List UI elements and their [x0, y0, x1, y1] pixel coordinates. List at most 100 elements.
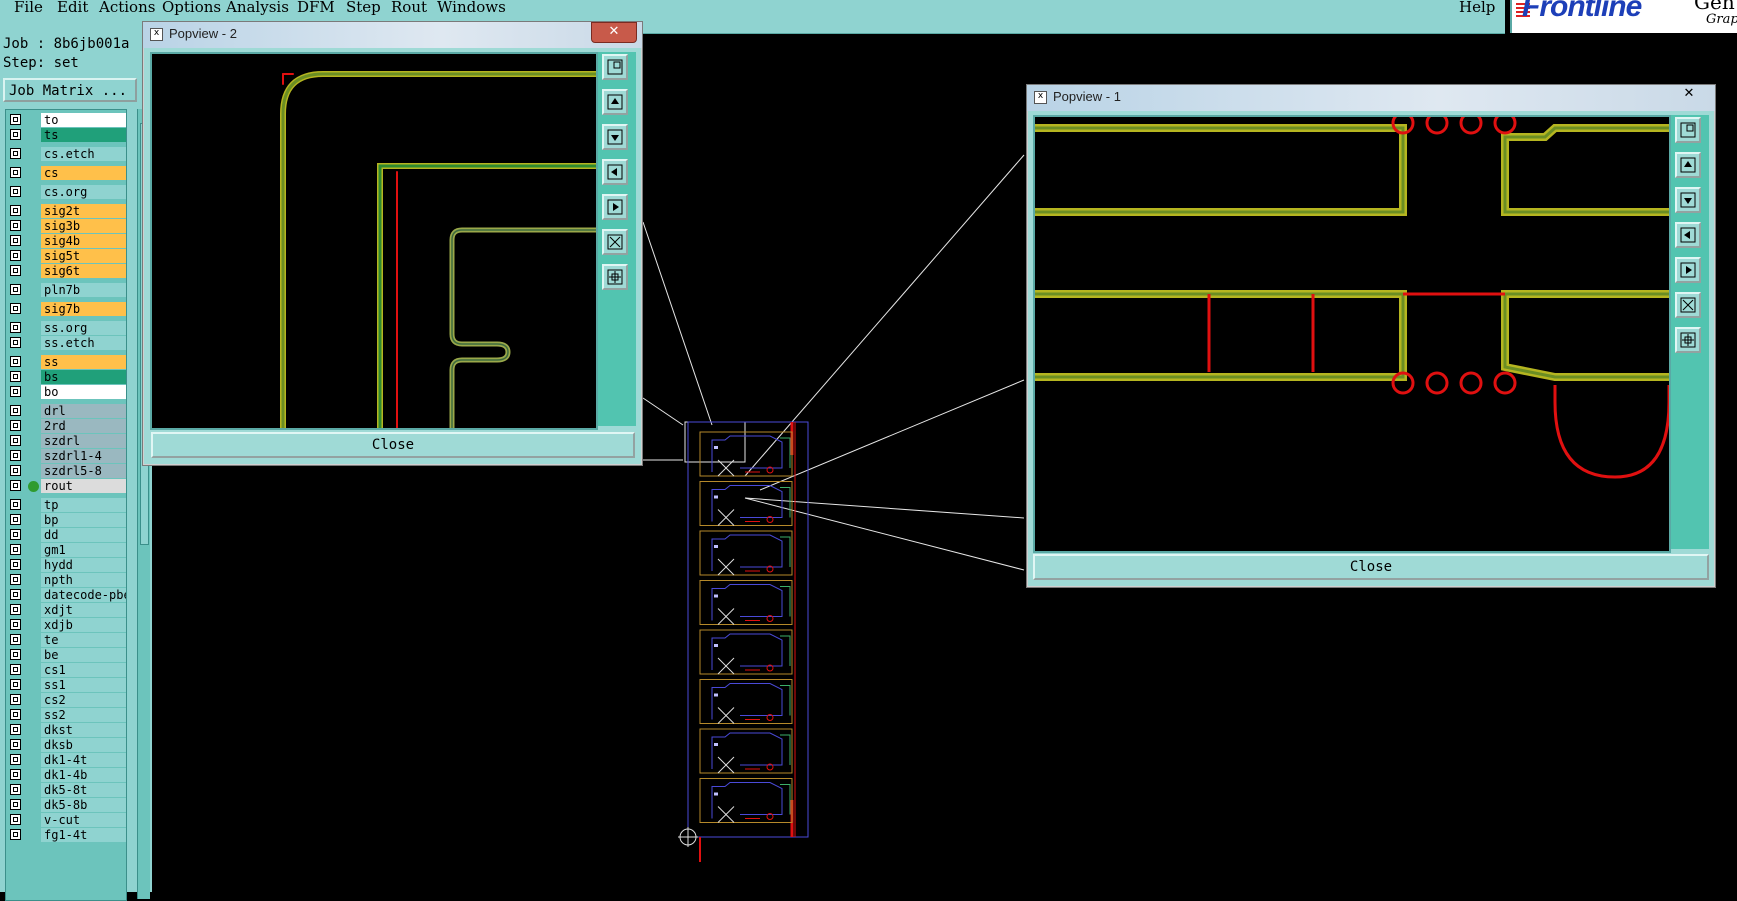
layer-row-v-cut[interactable]: v-cut — [6, 813, 126, 828]
layer-checkbox[interactable] — [10, 679, 21, 690]
layer-checkbox[interactable] — [10, 649, 21, 660]
layer-checkbox[interactable] — [10, 435, 21, 446]
layer-row-bp[interactable]: bp — [6, 513, 126, 528]
layer-row-datecode-pbe[interactable]: datecode-pbe — [6, 588, 126, 603]
layer-checkbox[interactable] — [10, 186, 21, 197]
pan-down-icon[interactable] — [1675, 187, 1701, 213]
pan-left-icon[interactable] — [602, 159, 628, 185]
layer-checkbox[interactable] — [10, 386, 21, 397]
zoom-home-icon[interactable] — [602, 264, 628, 290]
layer-row-rout[interactable]: rout — [6, 479, 126, 494]
popview-1-titlebar[interactable]: x Popview - 1 — [1027, 85, 1715, 111]
layer-checkbox[interactable] — [10, 829, 21, 840]
layer-checkbox[interactable] — [10, 129, 21, 140]
layer-row-cs2[interactable]: cs2 — [6, 693, 126, 708]
layer-checkbox[interactable] — [10, 769, 21, 780]
layer-row-xdjt[interactable]: xdjt — [6, 603, 126, 618]
layer-row-drl[interactable]: drl — [6, 404, 126, 419]
layer-row-fg1-4t[interactable]: fg1-4t — [6, 828, 126, 843]
layer-checkbox[interactable] — [10, 604, 21, 615]
zoom-in-icon[interactable] — [1675, 117, 1701, 143]
popview-2-canvas[interactable] — [150, 52, 599, 431]
layer-row-ss.org[interactable]: ss.org — [6, 321, 126, 336]
layer-checkbox[interactable] — [10, 619, 21, 630]
layer-row-bo[interactable]: bo — [6, 385, 126, 400]
layer-row-pln7b[interactable]: pln7b — [6, 283, 126, 298]
layer-checkbox[interactable] — [10, 356, 21, 367]
menu-windows[interactable]: Windows — [437, 0, 506, 16]
layer-row-tp[interactable]: tp — [6, 498, 126, 513]
layer-checkbox[interactable] — [10, 574, 21, 585]
layer-checkbox[interactable] — [10, 114, 21, 125]
popview-1-canvas[interactable] — [1033, 111, 1671, 553]
layer-row-dk5-8t[interactable]: dk5-8t — [6, 783, 126, 798]
popview-2-close-icon[interactable]: ✕ — [591, 22, 637, 43]
layer-row-sig2t[interactable]: sig2t — [6, 204, 126, 219]
pan-up-icon[interactable] — [602, 89, 628, 115]
layer-row-dk1-4b[interactable]: dk1-4b — [6, 768, 126, 783]
layer-row-sig4b[interactable]: sig4b — [6, 234, 126, 249]
job-matrix-button[interactable]: Job Matrix ... — [3, 78, 137, 102]
layer-row-ss.etch[interactable]: ss.etch — [6, 336, 126, 351]
layer-row-cs.org[interactable]: cs.org — [6, 185, 126, 200]
layer-row-sig5t[interactable]: sig5t — [6, 249, 126, 264]
layer-checkbox[interactable] — [10, 784, 21, 795]
menu-dfm[interactable]: DFM — [297, 0, 335, 16]
layer-row-dksb[interactable]: dksb — [6, 738, 126, 753]
layer-checkbox[interactable] — [10, 220, 21, 231]
layer-checkbox[interactable] — [10, 420, 21, 431]
layer-checkbox[interactable] — [10, 559, 21, 570]
layer-row-ss[interactable]: ss — [6, 355, 126, 370]
layer-checkbox[interactable] — [10, 167, 21, 178]
layer-row-hydd[interactable]: hydd — [6, 558, 126, 573]
layer-checkbox[interactable] — [10, 544, 21, 555]
layer-checkbox[interactable] — [10, 265, 21, 276]
layer-row-sig7b[interactable]: sig7b — [6, 302, 126, 317]
layer-row-to[interactable]: to — [6, 113, 126, 128]
layer-row-szdrl5-8[interactable]: szdrl5-8 — [6, 464, 126, 479]
layer-checkbox[interactable] — [10, 664, 21, 675]
menu-actions[interactable]: Actions — [99, 0, 155, 16]
layer-row-xdjb[interactable]: xdjb — [6, 618, 126, 633]
layer-row-ts[interactable]: ts — [6, 128, 126, 143]
layer-checkbox[interactable] — [10, 724, 21, 735]
layer-checkbox[interactable] — [10, 514, 21, 525]
pan-left-icon[interactable] — [1675, 222, 1701, 248]
layer-row-2rd[interactable]: 2rd — [6, 419, 126, 434]
layer-row-cs1[interactable]: cs1 — [6, 663, 126, 678]
layer-checkbox[interactable] — [10, 235, 21, 246]
layer-checkbox[interactable] — [10, 303, 21, 314]
layer-row-be[interactable]: be — [6, 648, 126, 663]
layer-checkbox[interactable] — [10, 205, 21, 216]
zoom-in-icon[interactable] — [602, 54, 628, 80]
layer-checkbox[interactable] — [10, 814, 21, 825]
menu-help[interactable]: Help — [1459, 0, 1495, 16]
pan-right-icon[interactable] — [602, 194, 628, 220]
layer-row-ss2[interactable]: ss2 — [6, 708, 126, 723]
layer-row-sig6t[interactable]: sig6t — [6, 264, 126, 279]
layer-checkbox[interactable] — [10, 739, 21, 750]
pan-up-icon[interactable] — [1675, 152, 1701, 178]
layer-row-gm1[interactable]: gm1 — [6, 543, 126, 558]
layer-checkbox[interactable] — [10, 148, 21, 159]
layer-checkbox[interactable] — [10, 337, 21, 348]
layer-row-dk1-4t[interactable]: dk1-4t — [6, 753, 126, 768]
layer-row-dkst[interactable]: dkst — [6, 723, 126, 738]
menu-file[interactable]: File — [14, 0, 43, 16]
layer-checkbox[interactable] — [10, 465, 21, 476]
zoom-fit-icon[interactable] — [602, 229, 628, 255]
menu-edit[interactable]: Edit — [57, 0, 88, 16]
pan-right-icon[interactable] — [1675, 257, 1701, 283]
layer-row-cs[interactable]: cs — [6, 166, 126, 181]
layer-row-dk5-8b[interactable]: dk5-8b — [6, 798, 126, 813]
layer-row-szdrl1-4[interactable]: szdrl1-4 — [6, 449, 126, 464]
popview-2-close-button[interactable]: Close — [151, 432, 635, 458]
layer-checkbox[interactable] — [10, 371, 21, 382]
layer-checkbox[interactable] — [10, 499, 21, 510]
layer-checkbox[interactable] — [10, 709, 21, 720]
zoom-fit-icon[interactable] — [1675, 292, 1701, 318]
menu-step[interactable]: Step — [346, 0, 381, 16]
layer-checkbox[interactable] — [10, 529, 21, 540]
layer-row-npth[interactable]: npth — [6, 573, 126, 588]
menu-rout[interactable]: Rout — [391, 0, 427, 16]
